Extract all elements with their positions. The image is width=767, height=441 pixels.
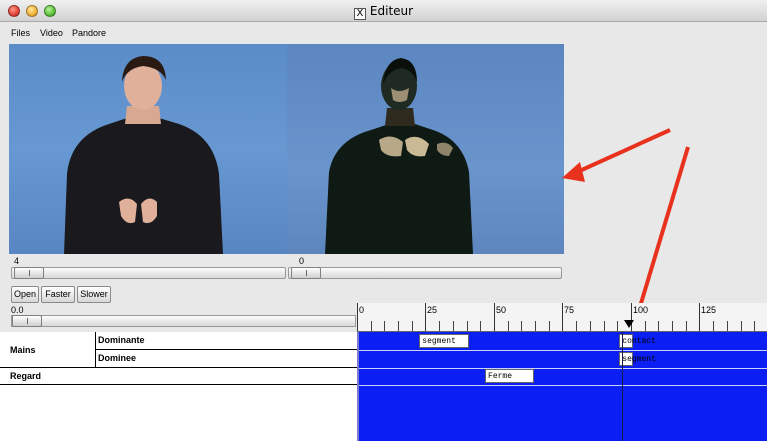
time-value: 0.0 bbox=[11, 305, 24, 315]
timeline-zoom-slider[interactable] bbox=[11, 315, 356, 327]
playhead-line bbox=[622, 332, 624, 441]
player-left-frame: 4 bbox=[14, 256, 20, 266]
track-divider bbox=[359, 385, 767, 386]
segment-dominante[interactable]: segment bbox=[419, 334, 469, 348]
ruler-label: 75 bbox=[564, 305, 575, 315]
timeline-ruler[interactable]: 0 25 50 75 100 125 bbox=[357, 303, 767, 332]
faster-button[interactable]: Faster bbox=[41, 286, 75, 303]
ruler-major-tick bbox=[562, 303, 563, 331]
track-divider bbox=[359, 368, 767, 369]
track-divider bbox=[359, 350, 767, 351]
ruler-minor-tick bbox=[548, 321, 550, 331]
ruler-minor-tick bbox=[672, 321, 674, 331]
ruler-minor-tick bbox=[384, 321, 386, 331]
track-regard: Regard bbox=[0, 368, 357, 385]
ruler-minor-tick bbox=[370, 321, 372, 331]
ruler-minor-tick bbox=[658, 321, 660, 331]
ruler-minor-tick bbox=[726, 321, 728, 331]
ruler-label: 25 bbox=[427, 305, 438, 315]
ruler-major-tick bbox=[494, 303, 495, 331]
track-group-mains: Mains bbox=[0, 332, 96, 368]
player-right-frame: 0 bbox=[299, 256, 305, 266]
ruler-minor-tick bbox=[754, 321, 756, 331]
ruler-minor-tick bbox=[398, 321, 400, 331]
ruler-minor-tick bbox=[521, 321, 523, 331]
segment-regard[interactable]: Ferme bbox=[485, 369, 535, 383]
ruler-minor-tick bbox=[535, 321, 537, 331]
open-button[interactable]: Open bbox=[11, 286, 39, 303]
ruler-major-tick bbox=[425, 303, 426, 331]
playhead-marker[interactable] bbox=[624, 320, 634, 328]
ruler-minor-tick bbox=[452, 321, 454, 331]
track-labels-panel: Mains Dominante Dominee Regard bbox=[0, 332, 357, 441]
track-dominee: Dominee bbox=[96, 350, 357, 368]
ruler-minor-tick bbox=[685, 321, 687, 331]
ruler-major-tick bbox=[357, 303, 358, 331]
ruler-label: 0 bbox=[359, 305, 365, 315]
ruler-minor-tick bbox=[466, 321, 468, 331]
ruler-minor-tick bbox=[644, 321, 646, 331]
track-regard-label: Regard bbox=[10, 371, 42, 381]
track-area[interactable]: segment contact segment Ferme bbox=[357, 332, 767, 441]
ruler-minor-tick bbox=[411, 321, 413, 331]
timeline-zoom-thumb[interactable] bbox=[12, 315, 42, 327]
track-dominante-label: Dominante bbox=[98, 335, 145, 345]
ruler-minor-tick bbox=[576, 321, 578, 331]
ruler-minor-tick bbox=[589, 321, 591, 331]
player-right-slider-thumb[interactable] bbox=[291, 267, 321, 279]
ruler-minor-tick bbox=[713, 321, 715, 331]
arrow-to-video-line bbox=[574, 128, 671, 175]
ruler-label: 125 bbox=[701, 305, 717, 315]
track-dominee-label: Dominee bbox=[98, 353, 137, 363]
ruler-label: 100 bbox=[633, 305, 649, 315]
ruler-minor-tick bbox=[507, 321, 509, 331]
ruler-minor-tick bbox=[740, 321, 742, 331]
ruler-major-tick bbox=[699, 303, 700, 331]
arrow-to-video-head bbox=[562, 162, 585, 182]
track-group-mains-label: Mains bbox=[10, 345, 36, 355]
ruler-label: 50 bbox=[496, 305, 507, 315]
ruler-minor-tick bbox=[439, 321, 441, 331]
track-dominante: Dominante bbox=[96, 332, 357, 350]
slower-button[interactable]: Slower bbox=[77, 286, 111, 303]
ruler-minor-tick bbox=[480, 321, 482, 331]
player-left-slider[interactable] bbox=[11, 267, 286, 279]
ruler-minor-tick bbox=[617, 321, 619, 331]
ruler-minor-tick bbox=[603, 321, 605, 331]
player-left-slider-thumb[interactable] bbox=[14, 267, 44, 279]
player-right-slider[interactable] bbox=[288, 267, 562, 279]
